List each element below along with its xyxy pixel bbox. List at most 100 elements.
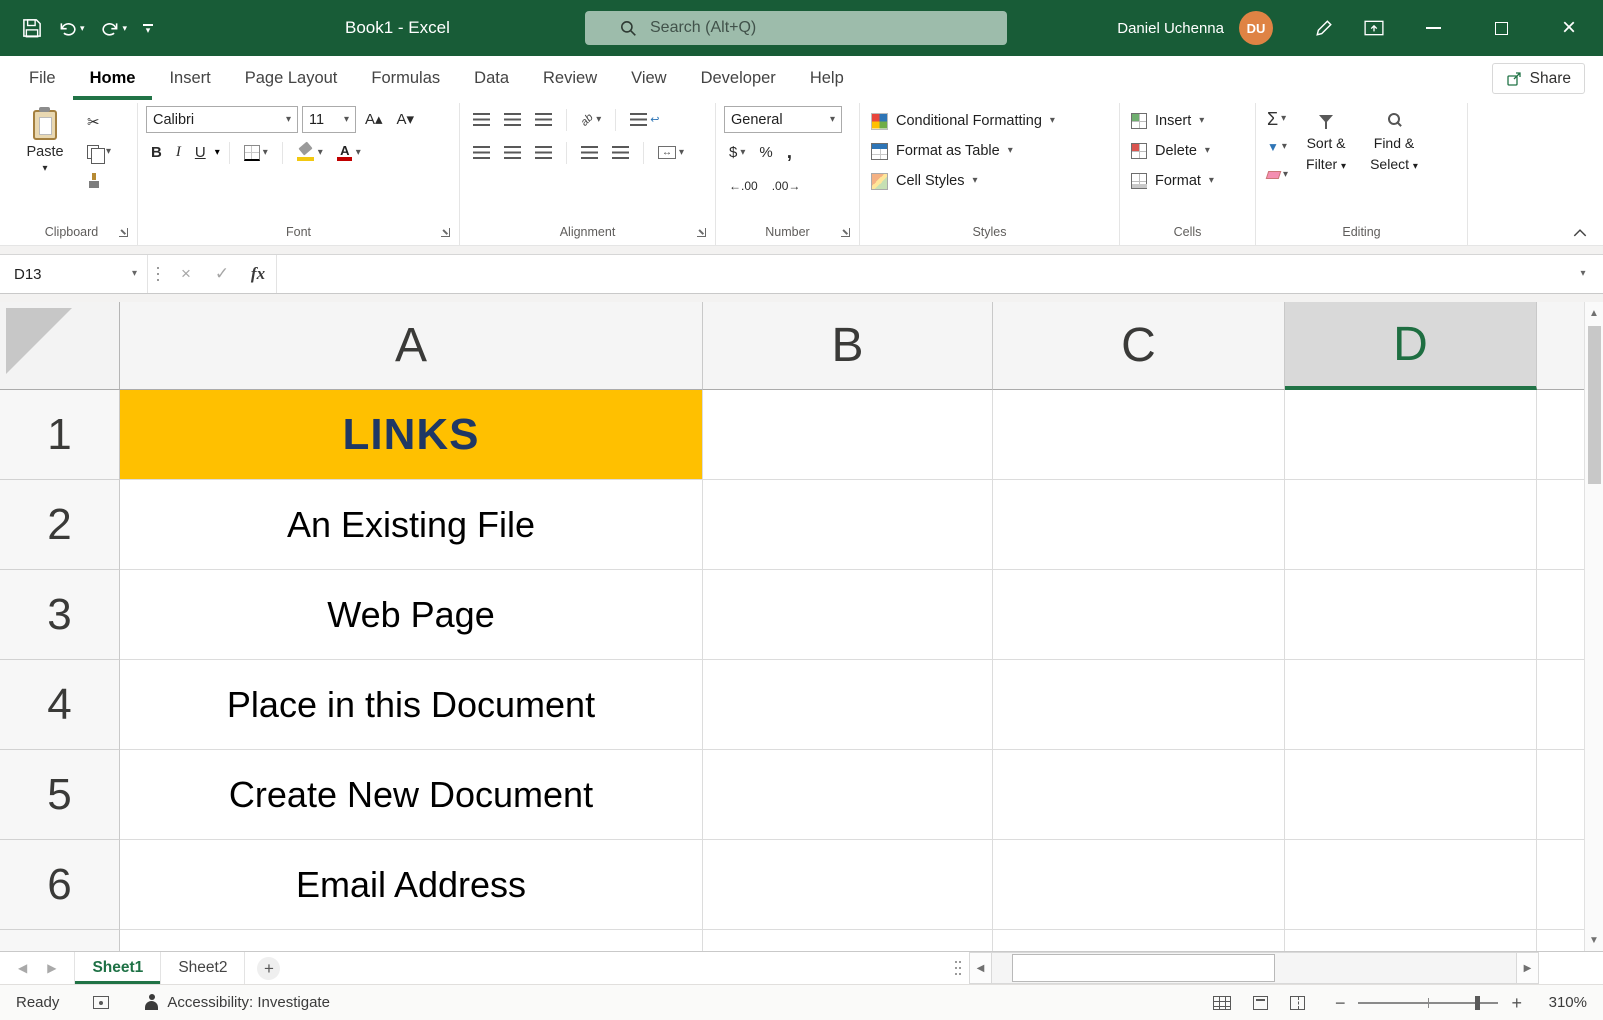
cell-D3[interactable] (1285, 570, 1537, 660)
zoom-slider[interactable] (1358, 1002, 1498, 1004)
decrease-decimal-button[interactable]: .00→ (767, 172, 806, 199)
cell-B3[interactable] (703, 570, 993, 660)
merge-center-button[interactable]: ↔▾ (653, 139, 689, 166)
page-layout-view-button[interactable] (1253, 996, 1268, 1010)
save-button[interactable] (22, 18, 42, 38)
tab-help[interactable]: Help (793, 56, 861, 100)
ribbon-display-options-button[interactable] (1349, 0, 1399, 56)
close-button[interactable]: × (1535, 0, 1603, 56)
cell-styles-button[interactable]: Cell Styles▾ (868, 166, 1111, 196)
row-header-1[interactable]: 1 (0, 390, 120, 480)
page-break-preview-button[interactable] (1290, 996, 1305, 1010)
cut-button[interactable]: ✂ (82, 109, 116, 136)
cell-A7[interactable] (120, 930, 703, 951)
row-header-5[interactable]: 5 (0, 750, 120, 840)
avatar[interactable]: DU (1239, 11, 1273, 45)
column-header-D[interactable]: D (1285, 302, 1537, 390)
tab-page-layout[interactable]: Page Layout (228, 56, 355, 100)
scroll-down-button[interactable]: ▼ (1585, 929, 1603, 951)
tab-formulas[interactable]: Formulas (354, 56, 457, 100)
borders-button[interactable]: ▾ (239, 139, 273, 166)
tab-data[interactable]: Data (457, 56, 526, 100)
horizontal-scrollbar-track[interactable] (992, 952, 1516, 984)
cell-D1[interactable] (1285, 390, 1537, 480)
cancel-button[interactable]: × (168, 255, 204, 293)
cell-A6[interactable]: Email Address (120, 840, 703, 930)
cell-B5[interactable] (703, 750, 993, 840)
cell-D6[interactable] (1285, 840, 1537, 930)
number-format-select[interactable]: General▾ (724, 106, 842, 133)
insert-cells-button[interactable]: Insert▾ (1128, 106, 1247, 136)
format-painter-button[interactable] (82, 167, 116, 194)
increase-decimal-button[interactable]: ←.00 (724, 172, 763, 199)
cell-C7[interactable] (993, 930, 1285, 951)
cell-B1[interactable] (703, 390, 993, 480)
column-header-C[interactable]: C (993, 302, 1285, 390)
paste-button[interactable]: Paste ▾ (14, 106, 76, 219)
percent-style-button[interactable]: % (754, 139, 777, 166)
cell-A3[interactable]: Web Page (120, 570, 703, 660)
cell-A1[interactable]: LINKS (120, 390, 703, 480)
increase-indent-button[interactable] (607, 139, 634, 166)
cell-B2[interactable] (703, 480, 993, 570)
scroll-right-button[interactable]: ▶ (1516, 952, 1539, 984)
user-name[interactable]: Daniel Uchenna (1117, 20, 1224, 37)
scroll-left-button[interactable]: ◀ (969, 952, 992, 984)
horizontal-scrollbar[interactable]: ◀ ▶ (955, 952, 1603, 984)
increase-font-size-button[interactable]: A▴ (360, 106, 388, 133)
align-center-button[interactable] (499, 139, 526, 166)
cell-C4[interactable] (993, 660, 1285, 750)
underline-button[interactable]: U (190, 139, 211, 166)
zoom-level-button[interactable]: 310% (1535, 994, 1587, 1011)
accounting-format-button[interactable]: $▾ (724, 139, 750, 166)
undo-button[interactable] (58, 20, 77, 37)
align-middle-button[interactable] (499, 106, 526, 133)
undo-dropdown-button[interactable]: ▾ (80, 24, 85, 33)
cell-C1[interactable] (993, 390, 1285, 480)
zoom-in-button[interactable]: + (1511, 994, 1522, 1012)
cell-B4[interactable] (703, 660, 993, 750)
wrap-text-button[interactable]: ↩ (625, 106, 664, 133)
tab-developer[interactable]: Developer (684, 56, 793, 100)
row-header-7[interactable] (0, 930, 120, 951)
redo-dropdown-button[interactable]: ▾ (123, 24, 128, 33)
row-header-4[interactable]: 4 (0, 660, 120, 750)
clear-button[interactable]: ▾ (1264, 162, 1291, 188)
select-all-button[interactable] (0, 302, 120, 390)
normal-view-button[interactable] (1213, 996, 1231, 1010)
namebox-resize-handle[interactable] (148, 255, 168, 293)
dialog-launcher-icon[interactable] (841, 228, 850, 237)
sheet-tab-sheet1[interactable]: Sheet1 (74, 952, 161, 984)
search-input[interactable] (650, 19, 950, 37)
dialog-launcher-icon[interactable] (119, 228, 128, 237)
fill-color-button[interactable]: ▾ (292, 139, 328, 166)
tab-insert[interactable]: Insert (152, 56, 227, 100)
cell-A2[interactable]: An Existing File (120, 480, 703, 570)
tab-view[interactable]: View (614, 56, 683, 100)
accessibility-checker-button[interactable]: Accessibility: Investigate (145, 994, 330, 1011)
italic-button[interactable]: I (171, 139, 186, 166)
cell-C6[interactable] (993, 840, 1285, 930)
cell-C5[interactable] (993, 750, 1285, 840)
format-as-table-button[interactable]: Format as Table▾ (868, 136, 1111, 166)
macro-recording-icon[interactable] (93, 996, 109, 1009)
maximize-button[interactable] (1467, 0, 1535, 56)
conditional-formatting-button[interactable]: Conditional Formatting▾ (868, 106, 1111, 136)
cell-B6[interactable] (703, 840, 993, 930)
cell-C2[interactable] (993, 480, 1285, 570)
cell-A4[interactable]: Place in this Document (120, 660, 703, 750)
sheet-tab-sheet2[interactable]: Sheet2 (161, 952, 245, 984)
expand-formula-bar-button[interactable]: ▾ (1563, 255, 1603, 293)
format-cells-button[interactable]: Format▾ (1128, 166, 1247, 196)
tab-home[interactable]: Home (73, 56, 153, 100)
dialog-launcher-icon[interactable] (697, 228, 706, 237)
next-sheet-button[interactable]: ▶ (47, 961, 56, 975)
zoom-out-button[interactable]: − (1335, 994, 1346, 1012)
name-box[interactable]: D13 ▾ (0, 255, 148, 293)
decrease-indent-button[interactable] (576, 139, 603, 166)
scroll-up-button[interactable]: ▲ (1585, 302, 1603, 324)
row-header-3[interactable]: 3 (0, 570, 120, 660)
insert-function-button[interactable]: fx (240, 255, 276, 293)
tab-review[interactable]: Review (526, 56, 614, 100)
font-name-select[interactable]: Calibri▾ (146, 106, 298, 133)
